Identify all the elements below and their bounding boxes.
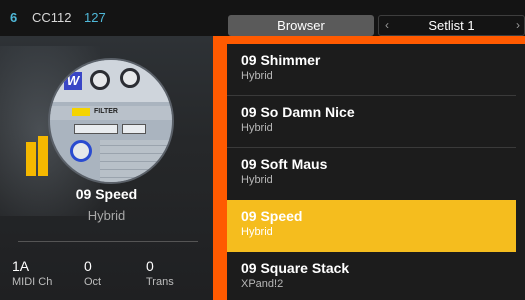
stat-label: Trans bbox=[146, 276, 174, 288]
stat-value: 0 bbox=[146, 258, 154, 274]
knob-icon bbox=[90, 70, 110, 90]
knob-icon bbox=[120, 68, 140, 88]
list-item[interactable]: 09 Square Stack XPand!2 bbox=[227, 252, 516, 300]
filter-tag bbox=[72, 108, 90, 116]
mode-selector bbox=[74, 124, 118, 134]
preset-type: XPand!2 bbox=[241, 278, 284, 290]
octave-stat[interactable]: 0 Oct bbox=[84, 258, 101, 288]
midi-channel-stat[interactable]: 1A MIDI Ch bbox=[12, 258, 52, 288]
preset-name: 09 Speed bbox=[241, 208, 303, 224]
list-item-selected[interactable]: 09 Speed Hybrid bbox=[227, 200, 516, 252]
browser-button[interactable]: Browser bbox=[228, 15, 374, 36]
instrument-thumbnail: W FILTER bbox=[48, 58, 174, 184]
transpose-stat[interactable]: 0 Trans bbox=[146, 258, 174, 288]
preset-type: Hybrid bbox=[241, 226, 273, 238]
level-bar bbox=[38, 136, 48, 176]
list-item[interactable]: 09 Soft Maus Hybrid bbox=[227, 148, 516, 200]
preset-type: Hybrid bbox=[241, 70, 273, 82]
preset-list: 09 Shimmer Hybrid 09 So Damn Nice Hybrid… bbox=[227, 44, 525, 300]
current-preset-type: Hybrid bbox=[87, 208, 126, 223]
list-item[interactable]: 09 So Damn Nice Hybrid bbox=[227, 96, 516, 148]
preset-name: 09 Square Stack bbox=[241, 260, 350, 276]
cc-value: 127 bbox=[84, 10, 106, 25]
current-preset-name: 09 Speed bbox=[75, 186, 138, 202]
mode-selector bbox=[122, 124, 146, 134]
filter-label: FILTER bbox=[94, 108, 118, 115]
stat-value: 1A bbox=[12, 258, 30, 274]
preset-type: Hybrid bbox=[241, 174, 273, 186]
stat-value: 0 bbox=[84, 258, 92, 274]
channel-number: 6 bbox=[10, 10, 18, 25]
setlist-selector[interactable]: ‹ Setlist 1 › bbox=[378, 15, 525, 36]
cutoff-knob-icon bbox=[70, 140, 92, 162]
top-bar: 6 CC112 127 Browser ‹ Setlist 1 › bbox=[0, 0, 525, 36]
divider bbox=[18, 241, 198, 242]
cc-label: CC112 bbox=[32, 10, 72, 25]
stat-label: Oct bbox=[84, 276, 102, 288]
current-preset-panel: W FILTER 09 Speed Hybrid 1A MIDI Ch 0 Oc… bbox=[0, 36, 213, 300]
synth-logo-icon: W bbox=[64, 72, 82, 90]
preset-name: 09 Shimmer bbox=[241, 52, 321, 68]
setlist-label: Setlist 1 bbox=[428, 18, 475, 33]
chevron-right-icon[interactable]: › bbox=[516, 16, 520, 35]
preset-type: Hybrid bbox=[241, 122, 273, 134]
midi-status: 6 CC112 127 bbox=[10, 10, 106, 25]
level-bar bbox=[26, 142, 36, 176]
preset-name: 09 So Damn Nice bbox=[241, 104, 355, 120]
synth-grid bbox=[100, 140, 172, 182]
preset-name: 09 Soft Maus bbox=[241, 156, 328, 172]
stat-label: MIDI Ch bbox=[12, 276, 53, 288]
list-item[interactable]: 09 Shimmer Hybrid bbox=[227, 44, 516, 96]
